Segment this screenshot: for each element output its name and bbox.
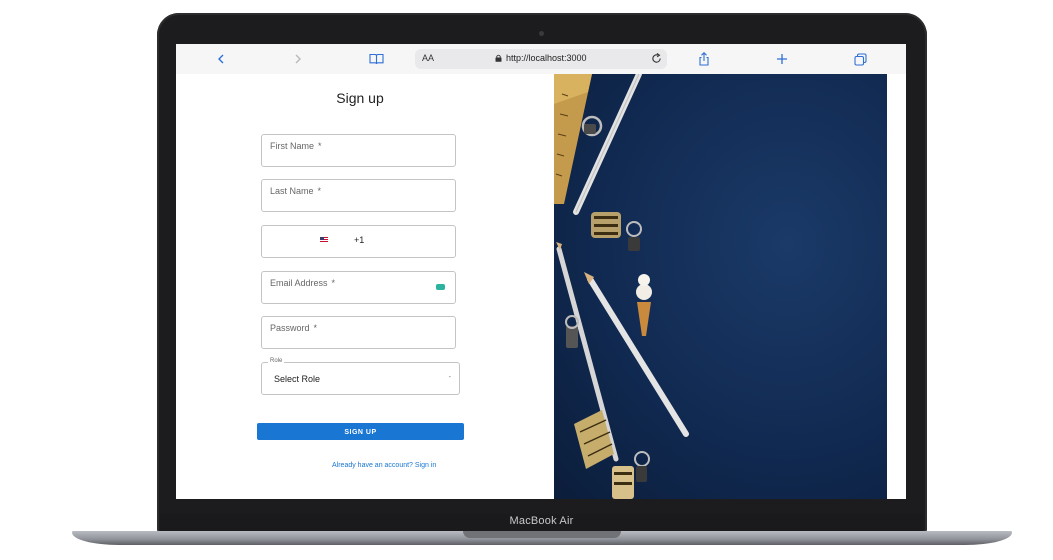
washi-tape-illustration-3 xyxy=(612,466,634,499)
email-label: Email Address * xyxy=(270,278,336,288)
washi-tape-illustration-2 xyxy=(574,410,614,469)
us-flag-icon[interactable] xyxy=(320,237,328,243)
hero-image xyxy=(554,74,887,499)
binder-clip-illustration-2 xyxy=(626,221,642,251)
washi-tape-illustration xyxy=(591,212,621,238)
phone-field[interactable]: +1 xyxy=(261,225,456,258)
phone-country-code: +1 xyxy=(354,235,365,245)
laptop-chin: MacBook Air xyxy=(160,514,923,532)
page-margin xyxy=(887,74,906,499)
password-label: Password * xyxy=(270,323,318,333)
browser-toolbar: AA http://localhost:3000 xyxy=(176,44,906,75)
last-name-label: Last Name * xyxy=(270,186,322,196)
page-title: Sign up xyxy=(336,90,384,106)
password-field[interactable]: Password * xyxy=(261,316,456,349)
url-display[interactable]: http://localhost:3000 xyxy=(495,53,587,63)
browser-screen: AA http://localhost:3000 Sign up First N… xyxy=(176,44,906,499)
laptop-notch xyxy=(463,531,621,538)
address-bar[interactable]: AA http://localhost:3000 xyxy=(415,49,667,69)
role-value: Select Role xyxy=(274,374,321,384)
share-icon[interactable] xyxy=(695,50,713,68)
signin-link[interactable]: Already have an account? Sign in xyxy=(332,462,436,469)
binder-clip-illustration-4 xyxy=(634,451,650,482)
camera-icon xyxy=(539,31,544,36)
back-icon[interactable] xyxy=(212,50,230,68)
dropdown-arrow-icon: - xyxy=(448,374,451,381)
email-field[interactable]: Email Address * xyxy=(261,271,456,304)
ice-cream-illustration xyxy=(636,274,652,336)
stationery-photo xyxy=(554,74,689,499)
signup-form: Sign up First Name * Last Name * +1 Email … xyxy=(176,74,554,499)
reload-icon[interactable] xyxy=(649,51,663,65)
role-select[interactable]: Role Select Role - xyxy=(261,358,460,395)
last-name-field[interactable]: Last Name * xyxy=(261,179,456,212)
forward-icon[interactable] xyxy=(289,50,307,68)
first-name-label: First Name * xyxy=(270,141,322,151)
password-manager-icon[interactable] xyxy=(436,284,445,290)
pencil-illustration-2 xyxy=(584,272,689,437)
new-tab-icon[interactable] xyxy=(773,50,791,68)
binder-clip-illustration xyxy=(581,115,603,137)
role-label: Role xyxy=(268,358,285,364)
bookmarks-icon[interactable] xyxy=(367,50,385,68)
first-name-field[interactable]: First Name * xyxy=(261,134,456,167)
lock-icon xyxy=(495,54,502,62)
device-label: MacBook Air xyxy=(509,515,574,527)
text-size-button[interactable]: AA xyxy=(422,53,434,63)
url-text: http://localhost:3000 xyxy=(506,53,587,63)
tabs-icon[interactable] xyxy=(851,50,869,68)
signup-button[interactable]: SIGN UP xyxy=(257,423,464,440)
